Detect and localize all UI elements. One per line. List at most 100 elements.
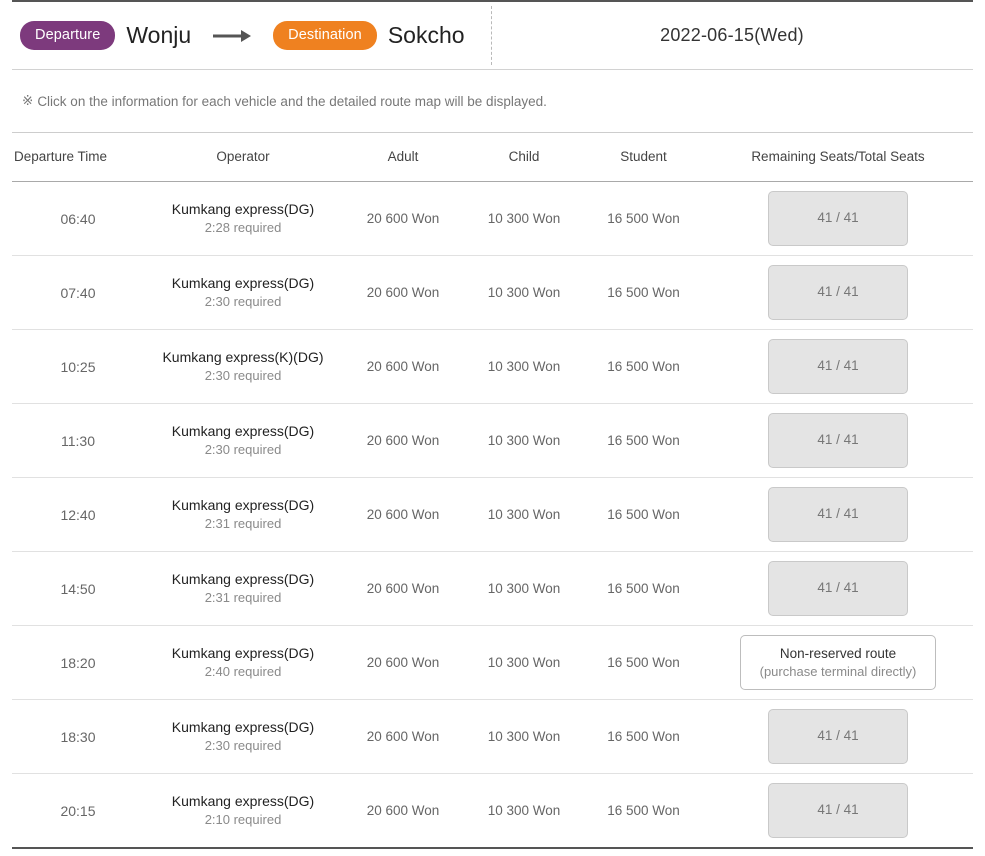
cell-adult-fare: 20 600 Won — [342, 403, 464, 478]
cell-remaining-seats: 41 / 41 — [703, 699, 973, 774]
seat-button-primary-label: 41 / 41 — [817, 580, 859, 596]
table-row[interactable]: 18:30 Kumkang express(DG) 2:30 required 20 … — [12, 699, 973, 774]
header-divider — [491, 6, 492, 65]
table-body: 06:40 Kumkang express(DG) 2:28 required 20 … — [12, 181, 973, 849]
seat-button-primary-label: 41 / 41 — [817, 210, 859, 226]
table-row[interactable]: 06:40 Kumkang express(DG) 2:28 required 20 … — [12, 181, 973, 256]
date-container: 2022-06-15(Wed) — [491, 25, 973, 46]
operator-name: Kumkang express(DG) — [171, 201, 315, 218]
seat-button-primary-label: 41 / 41 — [817, 432, 859, 448]
operator-name: Kumkang express(DG) — [171, 423, 315, 440]
cell-operator: Kumkang express(DG) 2:30 required — [144, 255, 342, 330]
cell-remaining-seats: 41 / 41 — [703, 255, 973, 330]
cell-departure-time: 06:40 — [12, 181, 144, 256]
reference-mark-icon: ※ — [22, 93, 34, 108]
seat-availability-button[interactable]: 41 / 41 — [768, 709, 908, 764]
operator-duration: 2:10 required — [204, 812, 282, 828]
cell-child-fare: 10 300 Won — [464, 255, 584, 330]
table-row[interactable]: 07:40 Kumkang express(DG) 2:30 required 20 … — [12, 255, 973, 330]
operator-name: Kumkang express(DG) — [171, 571, 315, 588]
cell-remaining-seats: 41 / 41 — [703, 773, 973, 849]
schedule-table: Departure Time Operator Adult Child Stud… — [12, 132, 973, 849]
seat-button-primary-label: 41 / 41 — [817, 284, 859, 300]
seat-availability-button[interactable]: 41 / 41 — [768, 783, 908, 838]
table-row[interactable]: 18:20 Kumkang express(DG) 2:40 required 20 … — [12, 625, 973, 700]
cell-remaining-seats: 41 / 41 — [703, 477, 973, 552]
column-header-departure-time: Departure Time — [12, 132, 144, 182]
cell-student-fare: 16 500 Won — [584, 625, 703, 700]
departure-city: Wonju — [126, 22, 192, 48]
table-row[interactable]: 11:30 Kumkang express(DG) 2:30 required 20 … — [12, 403, 973, 478]
notice-bar: ※ Click on the information for each vehi… — [12, 70, 973, 132]
cell-adult-fare: 20 600 Won — [342, 773, 464, 849]
seat-button-primary-label: 41 / 41 — [817, 506, 859, 522]
cell-student-fare: 16 500 Won — [584, 477, 703, 552]
operator-duration: 2:30 required — [204, 294, 282, 310]
operator-name: Kumkang express(DG) — [171, 719, 315, 736]
cell-adult-fare: 20 600 Won — [342, 551, 464, 626]
seat-button-primary-label: 41 / 41 — [817, 358, 859, 374]
cell-student-fare: 16 500 Won — [584, 699, 703, 774]
operator-duration: 2:28 required — [204, 220, 282, 236]
arrow-right-icon — [213, 29, 253, 43]
cell-departure-time: 12:40 — [12, 477, 144, 552]
cell-adult-fare: 20 600 Won — [342, 329, 464, 404]
column-header-adult: Adult — [342, 132, 464, 182]
cell-operator: Kumkang express(DG) 2:10 required — [144, 773, 342, 849]
cell-remaining-seats: Non-reserved route (purchase terminal dir… — [703, 625, 973, 700]
cell-adult-fare: 20 600 Won — [342, 625, 464, 700]
operator-name: Kumkang express(K)(DG) — [162, 349, 324, 366]
operator-name: Kumkang express(DG) — [171, 275, 315, 292]
table-header-row: Departure Time Operator Adult Child Stud… — [12, 132, 973, 182]
destination-badge: Destination — [273, 20, 377, 51]
column-header-child: Child — [464, 132, 584, 182]
bus-schedule-page: Departure Wonju Destination Sokcho 2022-… — [0, 0, 985, 856]
cell-adult-fare: 20 600 Won — [342, 477, 464, 552]
cell-departure-time: 18:20 — [12, 625, 144, 700]
table-row[interactable]: 12:40 Kumkang express(DG) 2:31 required 20 … — [12, 477, 973, 552]
cell-student-fare: 16 500 Won — [584, 181, 703, 256]
cell-child-fare: 10 300 Won — [464, 477, 584, 552]
operator-name: Kumkang express(DG) — [171, 645, 315, 662]
non-reserved-route-button[interactable]: Non-reserved route (purchase terminal dir… — [740, 635, 936, 690]
cell-student-fare: 16 500 Won — [584, 551, 703, 626]
cell-child-fare: 10 300 Won — [464, 625, 584, 700]
operator-duration: 2:31 required — [204, 516, 282, 532]
operator-name: Kumkang express(DG) — [171, 793, 315, 810]
table-row[interactable]: 10:25 Kumkang express(K)(DG) 2:30 required… — [12, 329, 973, 404]
seat-availability-button[interactable]: 41 / 41 — [768, 191, 908, 246]
destination-city: Sokcho — [387, 22, 465, 48]
cell-operator: Kumkang express(DG) 2:30 required — [144, 699, 342, 774]
cell-remaining-seats: 41 / 41 — [703, 403, 973, 478]
operator-duration: 2:30 required — [204, 442, 282, 458]
seat-button-secondary-label: (purchase terminal directly) — [759, 663, 917, 679]
seat-button-primary-label: 41 / 41 — [817, 802, 859, 818]
table-row[interactable]: 14:50 Kumkang express(DG) 2:31 required 20 … — [12, 551, 973, 626]
cell-remaining-seats: 41 / 41 — [703, 551, 973, 626]
cell-adult-fare: 20 600 Won — [342, 255, 464, 330]
cell-departure-time: 14:50 — [12, 551, 144, 626]
travel-date: 2022-06-15(Wed) — [660, 25, 804, 45]
cell-child-fare: 10 300 Won — [464, 181, 584, 256]
seat-availability-button[interactable]: 41 / 41 — [768, 487, 908, 542]
seat-button-primary-label: Non-reserved route — [779, 645, 897, 661]
departure-badge: Departure — [20, 20, 116, 51]
seat-button-primary-label: 41 / 41 — [817, 728, 859, 744]
cell-departure-time: 18:30 — [12, 699, 144, 774]
cell-child-fare: 10 300 Won — [464, 551, 584, 626]
operator-duration: 2:30 required — [204, 368, 282, 384]
cell-operator: Kumkang express(DG) 2:31 required — [144, 551, 342, 626]
cell-departure-time: 11:30 — [12, 403, 144, 478]
seat-availability-button[interactable]: 41 / 41 — [768, 561, 908, 616]
operator-name: Kumkang express(DG) — [171, 497, 315, 514]
cell-remaining-seats: 41 / 41 — [703, 329, 973, 404]
table-row[interactable]: 20:15 Kumkang express(DG) 2:10 required 20 … — [12, 773, 973, 849]
seat-availability-button[interactable]: 41 / 41 — [768, 339, 908, 394]
route-header: Departure Wonju Destination Sokcho 2022-… — [12, 0, 973, 70]
seat-availability-button[interactable]: 41 / 41 — [768, 413, 908, 468]
seat-availability-button[interactable]: 41 / 41 — [768, 265, 908, 320]
cell-operator: Kumkang express(DG) 2:31 required — [144, 477, 342, 552]
cell-departure-time: 10:25 — [12, 329, 144, 404]
cell-child-fare: 10 300 Won — [464, 403, 584, 478]
cell-remaining-seats: 41 / 41 — [703, 181, 973, 256]
